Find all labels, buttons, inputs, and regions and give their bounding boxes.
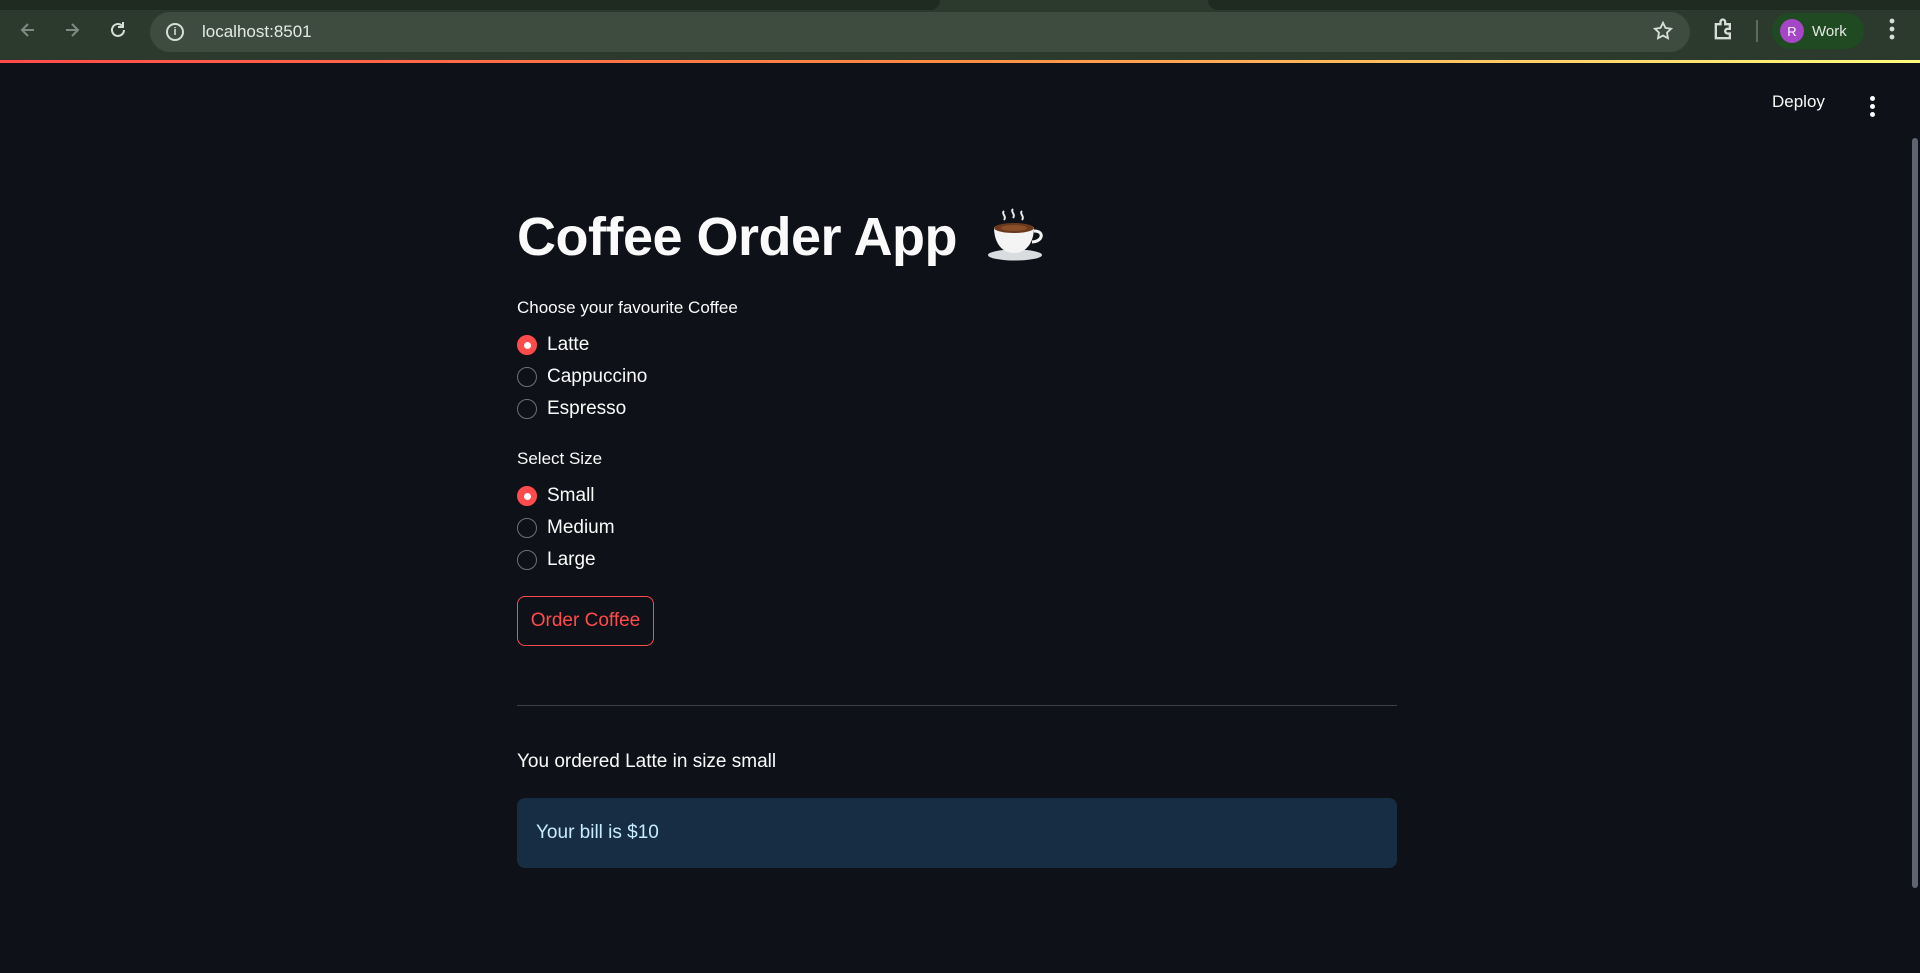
coffee-question-label: Choose your favourite Coffee [517, 298, 738, 317]
bill-info-box: Your bill is $10 [517, 798, 1397, 868]
forward-arrow-icon[interactable] [58, 16, 86, 44]
radio-label: Cappuccino [547, 366, 648, 387]
page-title-text: Coffee Order App [517, 207, 958, 267]
browser-toolbar: i localhost:8501 R Work [0, 0, 1920, 63]
order-summary-text: You ordered Latte in size small [517, 751, 777, 772]
scrollbar-thumb[interactable] [1912, 138, 1918, 888]
radio-button-checked[interactable] [517, 486, 537, 506]
radio-label: Small [547, 485, 595, 506]
page-title: Coffee Order App [517, 206, 1044, 268]
hot-coffee-cup-icon [986, 207, 1044, 261]
divider [517, 705, 1397, 706]
deploy-button[interactable]: Deploy [1772, 92, 1825, 112]
order-coffee-button[interactable]: Order Coffee [517, 596, 654, 646]
radio-option-cappuccino[interactable]: Cappuccino [517, 363, 647, 391]
bookmark-star-icon[interactable] [1652, 20, 1674, 48]
radio-label: Large [547, 549, 596, 570]
size-question-label: Select Size [517, 449, 603, 468]
toolbar-divider [1756, 20, 1758, 42]
radio-button[interactable] [517, 367, 537, 387]
avatar: R [1780, 19, 1804, 43]
site-info-icon[interactable]: i [166, 23, 184, 41]
profile-button[interactable]: R Work [1772, 13, 1864, 49]
radio-button[interactable] [517, 399, 537, 419]
radio-label: Espresso [547, 398, 627, 419]
radio-option-medium[interactable]: Medium [517, 514, 615, 542]
profile-label: Work [1812, 22, 1847, 40]
tab-strip-edge [0, 0, 940, 10]
radio-button[interactable] [517, 518, 537, 538]
radio-option-espresso[interactable]: Espresso [517, 395, 626, 423]
address-bar[interactable]: i localhost:8501 [150, 12, 1690, 52]
chrome-menu-icon[interactable] [1882, 18, 1902, 44]
radio-button[interactable] [517, 550, 537, 570]
extensions-puzzle-icon[interactable] [1710, 16, 1738, 44]
back-arrow-icon[interactable] [14, 16, 42, 44]
radio-button-checked[interactable] [517, 335, 537, 355]
radio-option-latte[interactable]: Latte [517, 331, 589, 359]
vertical-dots-icon[interactable] [1862, 96, 1882, 118]
radio-label: Medium [547, 517, 615, 538]
url-text: localhost:8501 [202, 22, 312, 41]
tab-strip-edge [1208, 0, 1920, 10]
radio-option-small[interactable]: Small [517, 482, 595, 510]
radio-option-large[interactable]: Large [517, 546, 596, 574]
bill-text: Your bill is $10 [536, 822, 659, 843]
radio-label: Latte [547, 334, 590, 355]
reload-icon[interactable] [104, 16, 132, 44]
